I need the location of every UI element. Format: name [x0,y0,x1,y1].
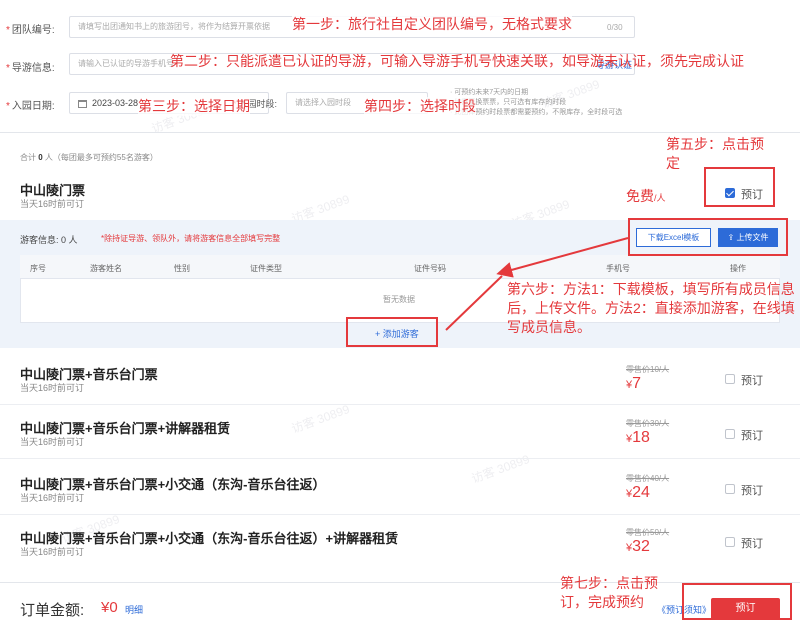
annotation-arrows [445,237,629,331]
arrow-to-add-visitor [445,275,503,331]
arrow-to-upload [496,237,629,278]
